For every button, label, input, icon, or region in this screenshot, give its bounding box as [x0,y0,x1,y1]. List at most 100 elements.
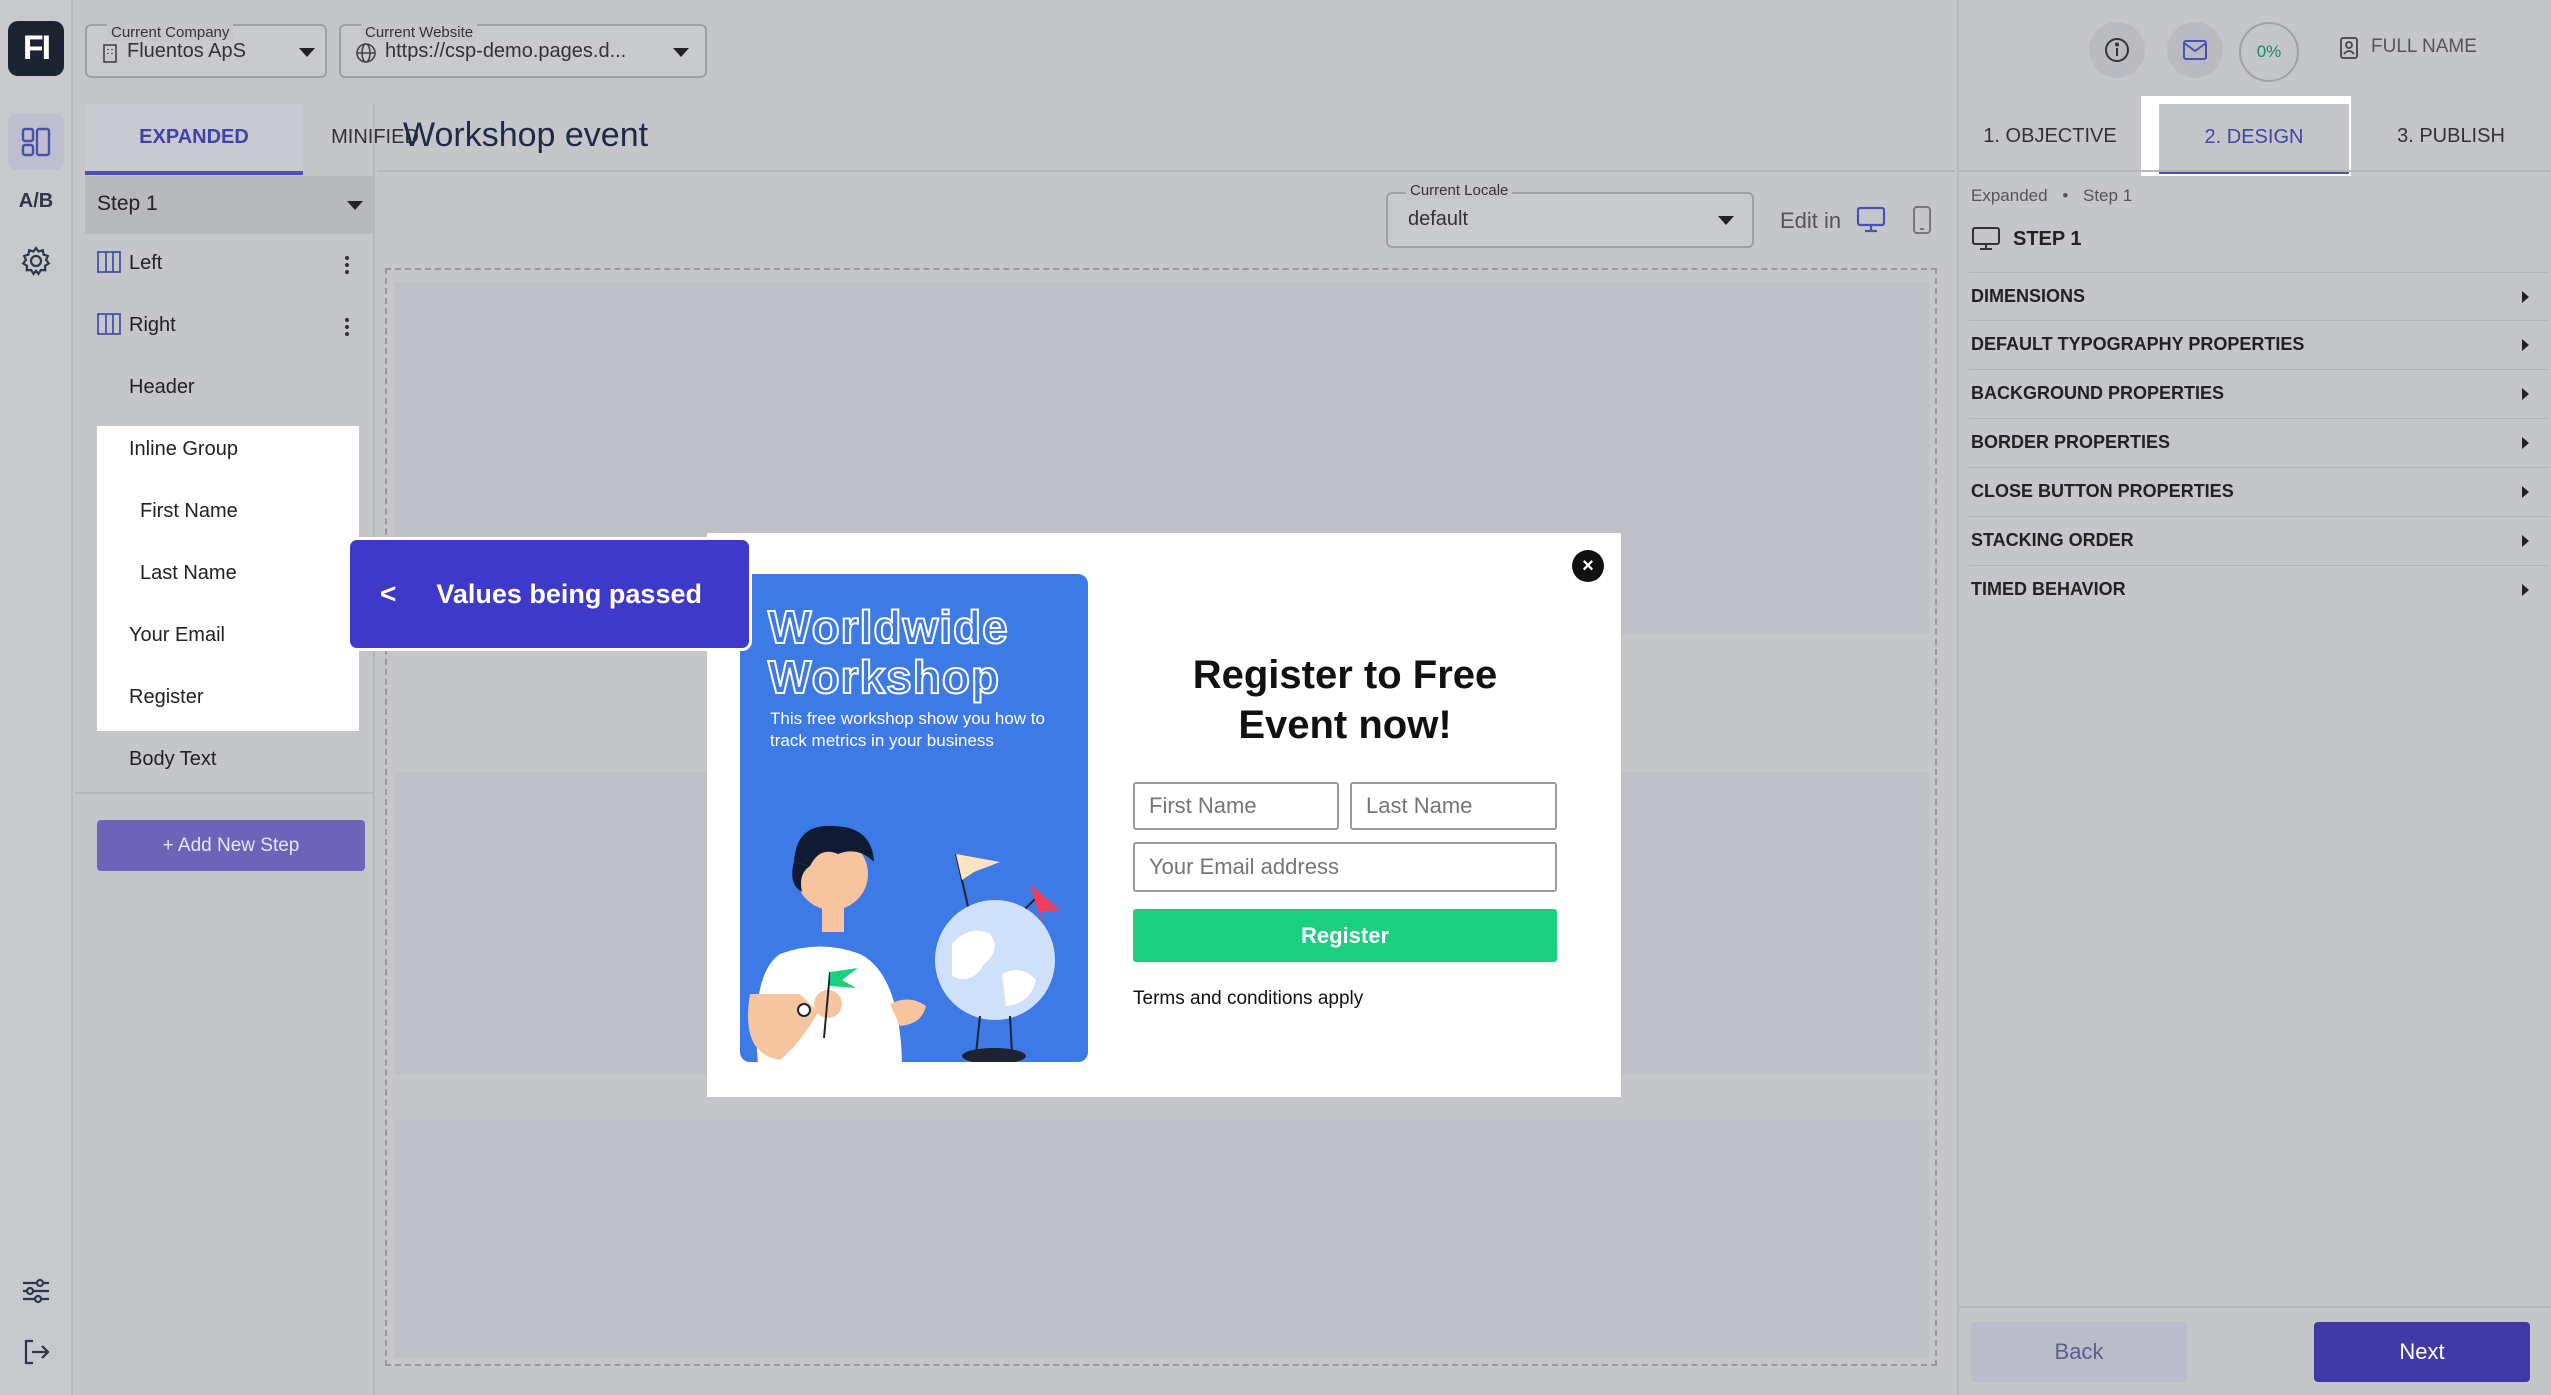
section-label: BORDER PROPERTIES [1971,432,2171,452]
section-background[interactable]: BACKGROUND PROPERTIES [1969,369,2549,417]
email-input[interactable] [1133,842,1557,892]
promo-title-line: Worldwide [767,601,1009,653]
section-label: DEFAULT TYPOGRAPHY PROPERTIES [1971,334,2305,354]
divider [1959,1306,2551,1308]
info-icon[interactable] [2089,22,2145,78]
caret-right-icon [2522,290,2529,303]
add-new-step-button[interactable]: + Add New Step [97,820,365,871]
top-bar: Current Company Fluentos ApS Current Web… [75,0,1955,104]
step-value: Step 1 [97,192,158,215]
chevron-down-icon [673,48,689,57]
section-label: CLOSE BUTTON PROPERTIES [1971,481,2234,501]
breadcrumb-separator: • [2062,186,2069,205]
callout-text: Values being passed [436,578,702,609]
progress-indicator: 0% [2239,22,2299,82]
step-heading: STEP 1 [1971,226,2082,252]
last-name-input[interactable] [1350,782,1557,830]
tree-item-inline-group[interactable]: Inline Group [129,438,238,461]
structure-panel: EXPANDED MINIFIED Step 1 Left Right Head… [75,104,419,1395]
back-chevron-icon[interactable]: < [380,578,396,610]
promo-panel: Worldwide Workshop This free workshop sh… [740,574,1088,1062]
tree-item-right[interactable]: Right [129,314,176,337]
company-caption: Current Company [107,24,234,41]
divider [1959,170,2551,172]
tree-item-register[interactable]: Register [129,686,203,709]
canvas-placeholder [395,1120,1929,1358]
next-button[interactable]: Next [2314,1322,2530,1382]
section-stacking-order[interactable]: STACKING ORDER [1969,516,2549,564]
section-label: TIMED BEHAVIOR [1971,579,2126,599]
desktop-icon[interactable] [1856,206,1886,239]
step-select[interactable]: Step 1 [85,176,375,234]
section-label: BACKGROUND PROPERTIES [1971,383,2225,403]
tree-item-your-email[interactable]: Your Email [129,624,225,647]
column-icon [97,312,121,336]
tab-expanded[interactable]: EXPANDED [85,104,303,175]
website-caption: Current Website [361,24,478,41]
caret-right-icon [2522,436,2529,449]
section-timed-behavior[interactable]: TIMED BEHAVIOR [1969,565,2549,613]
company-value: Fluentos ApS [127,40,246,62]
kebab-menu-icon[interactable] [345,256,349,274]
ab-test-icon[interactable]: A/B [8,173,64,229]
layout-icon[interactable] [8,114,64,170]
chevron-down-icon [347,201,363,210]
section-label: DIMENSIONS [1971,286,2086,306]
locale-value: default [1408,208,1469,230]
terms-text: Terms and conditions apply [1133,988,1364,1009]
gear-icon[interactable] [8,233,64,289]
mobile-icon[interactable] [1912,205,1932,240]
caret-right-icon [2522,583,2529,596]
promo-subtitle: This free workshop show you how to track… [770,709,1045,750]
promo-title: Worldwide Workshop [767,601,1009,703]
section-close-button[interactable]: CLOSE BUTTON PROPERTIES [1969,467,2549,515]
locale-select[interactable]: Current Locale default [1386,182,1754,248]
form-title: Register to Free Event now! [1192,653,1498,747]
section-default-typography[interactable]: DEFAULT TYPOGRAPHY PROPERTIES [1969,320,2549,368]
user-icon[interactable] [2339,36,2361,65]
globe-icon [355,42,377,69]
website-value: https://csp-demo.pages.d... [385,40,627,62]
desktop-icon [1972,227,2000,250]
breadcrumb: Expanded • Step 1 [1971,186,2132,206]
section-dimensions[interactable]: DIMENSIONS [1969,272,2549,320]
section-border[interactable]: BORDER PROPERTIES [1969,418,2549,466]
divider [377,170,1955,172]
tree-item-left[interactable]: Left [129,252,162,275]
first-name-input[interactable] [1133,782,1339,830]
tab-design[interactable]: 2. DESIGN [2159,104,2349,174]
company-icon [101,43,119,68]
caret-right-icon [2522,387,2529,400]
promo-title-line: Workshop [767,651,1001,703]
mail-icon[interactable] [2167,22,2223,78]
page-title: Workshop event [403,116,649,154]
person-globe-illustration [748,825,1060,1062]
divider [75,792,373,794]
tab-objective[interactable]: 1. OBJECTIVE [1959,96,2141,176]
caret-right-icon [2522,485,2529,498]
app-logo[interactable]: FI [8,21,64,76]
website-select[interactable]: Current Website https://csp-demo.pages.d… [339,24,707,78]
register-button[interactable]: Register [1133,909,1557,962]
breadcrumb-item[interactable]: Expanded [1971,186,2048,205]
properties-panel: 0% FULL NAME 1. OBJECTIVE 2. DESIGN 3. P… [1957,0,2551,1395]
chevron-down-icon [299,48,315,57]
logout-icon[interactable] [8,1324,64,1380]
user-full-name[interactable]: FULL NAME [2371,36,2477,58]
sliders-icon[interactable] [8,1263,64,1319]
chevron-down-icon [1718,216,1734,225]
tab-publish[interactable]: 3. PUBLISH [2351,96,2551,176]
kebab-menu-icon[interactable] [345,318,349,336]
edit-in-label: Edit in [1780,208,1842,233]
section-label: STACKING ORDER [1971,530,2134,550]
step-heading-label: STEP 1 [2013,227,2082,250]
tree-item-first-name[interactable]: First Name [140,500,238,523]
tree-item-header[interactable]: Header [129,376,195,399]
close-icon[interactable]: × [1572,550,1604,582]
caret-right-icon [2522,534,2529,547]
breadcrumb-item: Step 1 [2083,186,2133,205]
tree-item-last-name[interactable]: Last Name [140,562,237,585]
company-select[interactable]: Current Company Fluentos ApS [85,24,327,78]
back-button[interactable]: Back [1971,1322,2187,1382]
tree-item-body-text[interactable]: Body Text [129,748,216,771]
